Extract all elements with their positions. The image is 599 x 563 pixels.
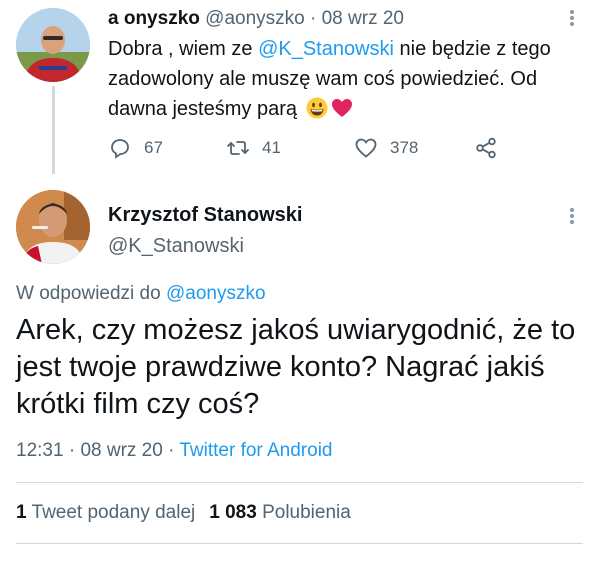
retweet-icon [227,141,249,155]
tweet-text: Arek, czy możesz jakoś uwiarygodnić, że … [16,314,576,420]
red-heart-emoji [331,99,352,117]
tweet-source-link[interactable]: Twitter for Android [179,440,332,461]
retweet-count: 41 [262,138,281,157]
more-options-icon[interactable] [562,204,582,228]
tweet-text-part: Dobra , wiem ze [108,38,259,60]
retweets-stat-label: Tweet podany dalej [31,502,196,523]
meta-separator: · [310,8,317,29]
reply-count: 67 [144,138,163,157]
display-name[interactable]: a onyszko [108,8,200,29]
reply-button[interactable]: 67 [108,134,163,162]
share-button[interactable] [474,134,510,162]
meta-separator: · [68,440,76,461]
reply-icon [111,139,129,159]
meta-separator: · [168,440,175,461]
tweet-stats: 1 Tweet podany dalej 1 083 Polubienia [16,502,351,524]
share-icon [476,137,496,159]
like-button[interactable]: 378 [354,134,418,162]
retweet-button[interactable]: 41 [226,134,281,162]
retweets-stat-count: 1 [16,502,27,523]
thread-connector [52,86,55,174]
avatar-k-stanowski[interactable] [16,190,90,264]
mention-link[interactable]: @K_Stanowski [258,38,394,60]
heart-icon [355,138,377,158]
more-options-icon[interactable] [562,6,582,30]
likes-stat-count: 1 083 [209,502,257,523]
tweet-metadata: 12:31 · 08 wrz 20 · Twitter for Android [16,440,332,462]
tweet-date[interactable]: 08 wrz 20 [322,8,404,29]
likes-stat-label: Polubienia [262,502,351,523]
likes-stat[interactable]: 1 083 Polubienia [209,502,351,523]
tweet-date[interactable]: 08 wrz 20 [80,440,162,461]
reply-to-mention[interactable]: @aonyszko [166,283,266,304]
handle[interactable]: @K_Stanowski [108,235,244,258]
reply-prefix: W odpowiedzi do [16,283,166,304]
avatar-aonyszko[interactable] [16,8,90,82]
display-name[interactable]: Krzysztof Stanowski [108,204,302,227]
parent-tweet[interactable]: a onyszko @aonyszko · 08 wrz 20 Dobra , … [0,0,599,180]
like-count: 378 [390,138,419,157]
tweet-text: Dobra , wiem ze @K_Stanowski nie będzie … [108,34,558,124]
grinning-face-emoji [306,97,328,119]
tweet-header: a onyszko @aonyszko · 08 wrz 20 [108,8,404,30]
tweet-actions: 67 41 378 [108,134,528,162]
handle[interactable]: @aonyszko [205,8,305,29]
retweets-stat[interactable]: 1 Tweet podany dalej [16,502,195,523]
reply-context: W odpowiedzi do @aonyszko [16,283,266,305]
tweet-time[interactable]: 12:31 [16,440,64,461]
divider [16,543,583,544]
divider [16,482,583,483]
